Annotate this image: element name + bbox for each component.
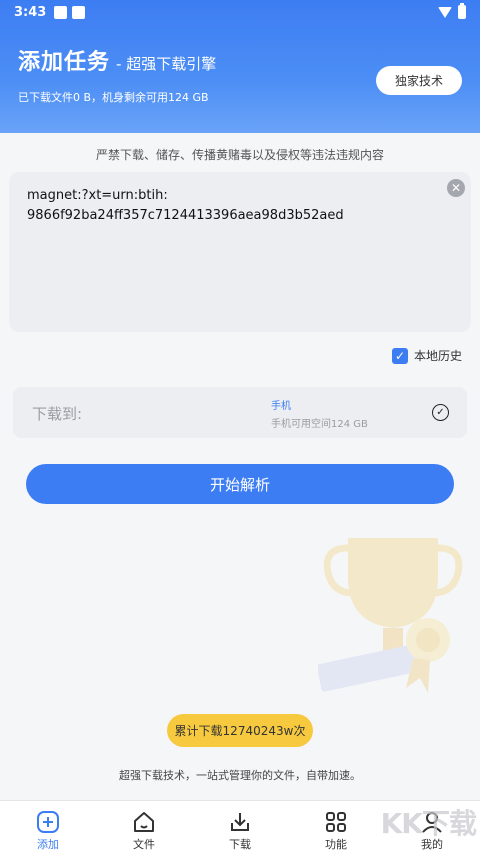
clear-icon[interactable]: ✕: [447, 179, 465, 197]
check-circle-icon[interactable]: ✓: [432, 404, 449, 421]
add-task-icon: [37, 811, 59, 833]
nav-item-label: 功能: [325, 838, 347, 851]
nav-item-download[interactable]: 下载: [192, 801, 288, 854]
nav-item-add[interactable]: 添加: [0, 801, 96, 854]
download-count-badge: 累计下载12740243w次: [167, 714, 313, 747]
download-location-selector[interactable]: 下载到: 手机 手机可用空间124 GB ✓: [13, 387, 467, 438]
page-subtitle: - 超强下载引擎: [116, 55, 217, 73]
battery-icon: [458, 3, 466, 19]
trophy-icon: [318, 538, 463, 693]
status-bar: 3:43: [0, 0, 480, 24]
nav-item-label: 下载: [229, 838, 251, 851]
nav-item-functions[interactable]: 功能: [288, 801, 384, 854]
device-space: 手机可用空间124 GB: [271, 419, 368, 430]
local-history-toggle[interactable]: ✓ 本地历史: [391, 347, 462, 364]
nav-item-files[interactable]: 文件: [96, 801, 192, 854]
download-device: 手机: [271, 401, 291, 412]
link-input-value[interactable]: magnet:?xt=urn:btih: 9866f92ba24ff357c71…: [27, 186, 357, 226]
download-to-label: 下载到:: [32, 405, 83, 423]
page-title: 添加任务: [18, 50, 111, 75]
download-icon: [231, 813, 249, 831]
start-parse-button[interactable]: 开始解析: [26, 464, 454, 504]
link-input-area[interactable]: magnet:?xt=urn:btih: 9866f92ba24ff357c71…: [9, 172, 471, 332]
checkbox-icon[interactable]: ✓: [391, 347, 408, 364]
wifi-icon: [438, 6, 452, 18]
nav-item-label: 添加: [37, 838, 59, 851]
notification-icon: [54, 5, 68, 19]
notification-icon: [72, 5, 86, 19]
header: 3:43 添加任务 - 超强下载引擎 已下载文件0 B，机身剩余可用124 GB…: [0, 0, 480, 133]
home-icon: [134, 812, 154, 832]
grid-icon: [326, 812, 346, 832]
storage-info: 已下载文件0 B，机身剩余可用124 GB: [18, 91, 209, 104]
legal-notice: 严禁下载、储存、传播黄赌毒以及侵权等违法违规内容: [95, 148, 384, 162]
exclusive-tech-button[interactable]: 独家技术: [376, 66, 462, 95]
watermark-logo: KK下载: [380, 807, 477, 840]
nav-item-label: 文件: [133, 838, 155, 851]
local-history-label: 本地历史: [413, 349, 462, 363]
slogan: 超强下载技术，一站式管理你的文件，自带加速。: [119, 769, 361, 782]
status-time: 3:43: [14, 4, 47, 20]
